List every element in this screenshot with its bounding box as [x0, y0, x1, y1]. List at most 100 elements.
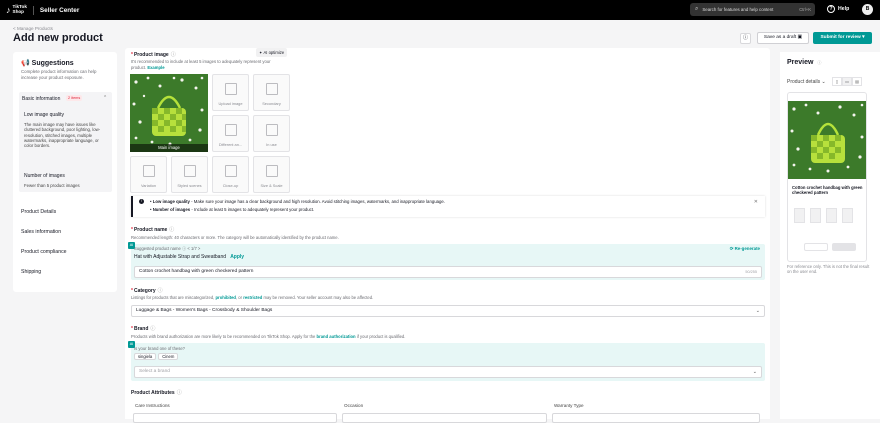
- suggested-label: Suggested product name: [134, 246, 181, 251]
- product-image-title: *Product image ⓘ: [131, 52, 176, 58]
- search-bar[interactable]: ⌕ Search for features and help content C…: [690, 3, 815, 16]
- close-up-slot[interactable]: Close-up: [212, 156, 249, 193]
- image-icon: [225, 83, 237, 95]
- info-icon[interactable]: ⓘ: [150, 326, 155, 332]
- preview-product-name: Cotton crochet handbag with green checke…: [792, 185, 863, 196]
- preview-secondary-button: [804, 243, 828, 251]
- slot-label: Size & Scale: [260, 183, 283, 188]
- suggestion-description: Fewer than 5 product images: [24, 183, 80, 188]
- attribute-label: Warranty Type: [554, 403, 584, 408]
- category-description: Listings for products that are miscatego…: [131, 295, 373, 300]
- chevron-down-icon: ⌄: [752, 369, 757, 375]
- brand-chip[interactable]: Cinem: [158, 353, 179, 360]
- info-icon[interactable]: ⓘ: [817, 60, 821, 65]
- layers-icon: [143, 165, 155, 177]
- info-icon[interactable]: ⓘ: [740, 33, 751, 44]
- ruler-icon: [266, 165, 278, 177]
- suggestions-title: 📢 Suggestions: [21, 59, 74, 67]
- example-link[interactable]: Example: [147, 65, 164, 70]
- apply-suggestion-link[interactable]: Apply: [230, 254, 244, 260]
- save-draft-button[interactable]: Save as a draft ▣: [757, 32, 809, 44]
- slot-label: Different an...: [218, 142, 243, 147]
- preview-variant-thumb: [842, 208, 853, 223]
- brand-desc-text: Products with brand authorization are mo…: [131, 334, 317, 339]
- suggestion-description: The main image may have issues like clut…: [24, 122, 101, 149]
- warranty-type-select[interactable]: [552, 413, 760, 423]
- secondary-image-slot[interactable]: Secondary: [253, 74, 290, 111]
- sidebar-item-label: Basic information: [22, 96, 61, 102]
- product-name-title-text: Product name: [133, 227, 168, 233]
- occasion-select[interactable]: [342, 413, 547, 423]
- save-draft-label: Save as a draft: [763, 35, 797, 40]
- warning-text: Include at least 5 images to adequately …: [194, 207, 315, 212]
- sparkle-icon: ✦: [259, 50, 263, 55]
- mobile-view-icon[interactable]: ▯: [832, 77, 842, 86]
- app-name: Seller Center: [39, 6, 80, 14]
- tablet-view-icon[interactable]: ▭: [842, 77, 852, 86]
- ai-optimize-label: AI optimize: [263, 50, 285, 55]
- info-icon[interactable]: ⓘ: [182, 246, 186, 251]
- refresh-icon: ⟳: [729, 246, 734, 251]
- alert-icon: !: [139, 199, 144, 204]
- category-select[interactable]: Luggage & Bags - Women's Bags - Crossbod…: [131, 305, 765, 317]
- brand-authorization-link[interactable]: brand authorization: [317, 334, 356, 339]
- brand-select[interactable]: Select a brand ⌄: [134, 366, 762, 378]
- breadcrumb[interactable]: < Manage Products: [13, 26, 53, 31]
- info-icon[interactable]: ⓘ: [158, 288, 163, 294]
- slot-label: Secondary: [262, 101, 281, 106]
- close-icon[interactable]: ✕: [754, 199, 758, 205]
- product-name-input[interactable]: Cotton crochet handbag with green checke…: [134, 266, 762, 278]
- chevron-down-icon[interactable]: ⌄: [821, 79, 825, 85]
- handbag-photo: [130, 74, 208, 152]
- suggested-name: Hat with Adjustable Strap and Sweatband: [134, 254, 227, 260]
- info-icon[interactable]: ⓘ: [177, 390, 182, 396]
- char-counter: 50/255: [745, 270, 757, 274]
- sidebar-item-shipping[interactable]: Shipping: [21, 269, 41, 275]
- warning-line: • Low image quality - Make sure your ima…: [150, 199, 445, 204]
- warning-text: Make sure your image has a clear backgro…: [193, 199, 445, 204]
- styled-scenes-slot[interactable]: Styled scenes: [171, 156, 208, 193]
- suggestion-title[interactable]: Number of images: [24, 173, 65, 179]
- preview-product-image: [788, 101, 866, 179]
- info-icon[interactable]: ⓘ: [169, 227, 174, 233]
- in-use-slot[interactable]: In use: [253, 115, 290, 152]
- variation-slot[interactable]: Variation: [130, 156, 167, 193]
- suggestions-panel: 📢 Suggestions Complete product informati…: [13, 52, 117, 292]
- sidebar-item-product-details[interactable]: Product Details: [21, 209, 56, 215]
- sidebar-item-basic-information[interactable]: Basic information 2 items ⌃ Low image qu…: [19, 92, 112, 192]
- suggestion-title[interactable]: Low image quality: [24, 112, 64, 118]
- info-icon[interactable]: ⓘ: [171, 52, 176, 58]
- restricted-link[interactable]: restricted: [243, 295, 262, 300]
- prohibited-link[interactable]: prohibited: [216, 295, 236, 300]
- brand-description: Products with brand authorization are mo…: [131, 334, 405, 339]
- suggestion-pager[interactable]: < 1/7 >: [187, 246, 200, 251]
- preview-label-text: Product details: [787, 79, 821, 85]
- product-form: *Product image ⓘ ✦ AI optimize It's recom…: [125, 48, 770, 423]
- help-button[interactable]: ? Help: [827, 5, 849, 13]
- size-scale-slot[interactable]: Size & Scale: [253, 156, 290, 193]
- preview-view-tabs: ▯ ▭ ▤: [832, 77, 862, 86]
- brand-desc-text: if your product is qualified.: [355, 334, 406, 339]
- regenerate-button[interactable]: ⟳ Re-generate: [730, 246, 760, 252]
- avatar[interactable]: B: [862, 4, 873, 15]
- submit-button[interactable]: Submit for review ▾: [813, 32, 872, 44]
- brand-question: Is your brand one of these?: [134, 346, 185, 351]
- sidebar-item-sales-information[interactable]: Sales information: [21, 229, 61, 235]
- megaphone-icon: 📢: [21, 60, 30, 67]
- issue-badge: 2 items: [66, 95, 83, 101]
- main-product-image[interactable]: Main image: [130, 74, 208, 152]
- upload-image-slot[interactable]: Upload image: [212, 74, 249, 111]
- ai-optimize-button[interactable]: ✦ AI optimize: [256, 48, 288, 57]
- brand-chip[interactable]: singiela: [134, 353, 157, 360]
- box-icon: [225, 124, 237, 136]
- care-instructions-select[interactable]: [133, 413, 337, 423]
- sidebar-item-product-compliance[interactable]: Product compliance: [21, 249, 67, 255]
- chevron-up-icon[interactable]: ⌃: [103, 95, 107, 101]
- preview-panel: Preview ⓘ Product details ⌄ ▯ ▭ ▤ Cotton…: [780, 52, 880, 419]
- different-angle-slot[interactable]: Different an...: [212, 115, 249, 152]
- tiktok-shop-logo[interactable]: ♪ TikTok Shop: [6, 5, 27, 15]
- main-image-label: Main image: [130, 144, 208, 152]
- product-attributes-title-text: Product Attributes: [131, 390, 175, 396]
- category-value: Luggage & Bags - Women's Bags - Crossbod…: [136, 308, 273, 313]
- desktop-view-icon[interactable]: ▤: [852, 77, 862, 86]
